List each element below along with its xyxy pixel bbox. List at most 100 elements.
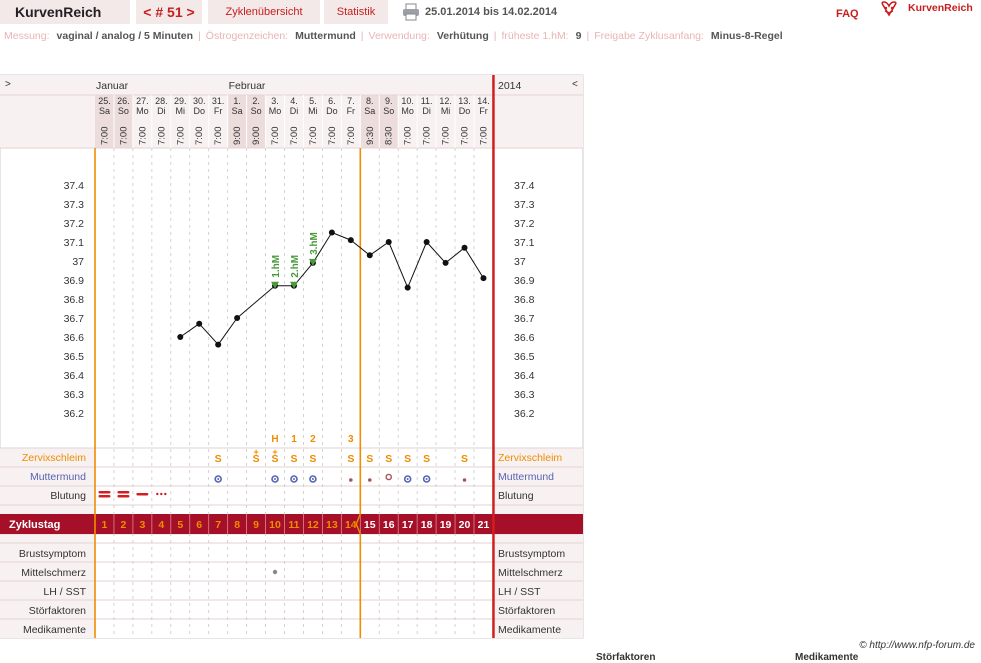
day-time: 7:00 — [478, 127, 489, 146]
day-date: 5. — [309, 96, 317, 106]
day-date: 29. — [174, 96, 187, 106]
day-weekday: Mi — [441, 106, 451, 116]
day-weekday: Fr — [214, 106, 223, 116]
day-time: 7:00 — [270, 127, 281, 146]
y-tick-label-right: 36.3 — [514, 389, 535, 401]
day-date: 4. — [290, 96, 298, 106]
day-weekday: Di — [290, 106, 299, 116]
y-tick-label-right: 36.4 — [514, 370, 535, 382]
day-date: 30. — [193, 96, 206, 106]
day-time: 7:00 — [156, 127, 167, 146]
day-weekday: So — [118, 106, 129, 116]
zervix-value: S — [290, 453, 297, 465]
y-tick-label-left: 37.2 — [64, 218, 85, 230]
day-weekday: So — [251, 106, 262, 116]
cycle-day-number: 10 — [269, 519, 281, 531]
zervix-value: S — [309, 453, 316, 465]
day-time: 7:00 — [346, 127, 357, 146]
cycle-day-number: 2 — [121, 519, 127, 531]
y-tick-label-left: 36.4 — [64, 370, 85, 382]
bleeding-light-dot — [164, 492, 167, 496]
muttermund-open-icon — [274, 478, 277, 480]
cycle-chart: > <2014Januar Februar25.Sa7:0026.So7:0027.… — [0, 74, 584, 639]
day-weekday: Mo — [401, 106, 414, 116]
day-date: 31. — [212, 96, 225, 106]
y-tick-label-left: 36.3 — [64, 389, 85, 401]
y-tick-label-left: 37 — [72, 256, 84, 268]
muttermund-closed-icon — [367, 478, 372, 482]
cycle-day-label: Zyklustag — [9, 519, 60, 531]
evaluation-mark: 2 — [310, 434, 316, 445]
day-weekday: So — [383, 106, 394, 116]
symptom-rows-area — [95, 534, 493, 638]
temperature-point — [423, 239, 430, 245]
day-date: 12. — [439, 96, 452, 106]
day-weekday: Fr — [479, 106, 488, 116]
row-label-blutung: Blutung — [50, 490, 86, 502]
day-date: 7. — [347, 96, 355, 106]
day-weekday: Fr — [347, 106, 356, 116]
temperature-point — [366, 252, 373, 259]
y-tick-label-right: 37 — [514, 256, 526, 268]
day-date: 27. — [136, 96, 149, 106]
day-date: 9. — [385, 96, 393, 106]
day-weekday: Mo — [136, 106, 149, 116]
higher-measurement-label: 3.hM — [309, 232, 320, 255]
row-label-medi: Medikamente — [23, 624, 86, 636]
day-time: 7:00 — [422, 127, 433, 146]
bleeding-light-dot — [160, 492, 163, 496]
row-label-blutung-right: Blutung — [498, 490, 534, 502]
y-tick-label-right: 36.6 — [514, 332, 535, 344]
muttermund-closed-icon — [462, 478, 467, 482]
day-weekday: Di — [157, 106, 166, 116]
y-tick-label-right: 37.2 — [514, 218, 535, 230]
day-time: 9:30 — [365, 127, 376, 146]
cycle-day-number: 8 — [234, 519, 240, 531]
day-date: 26. — [117, 96, 130, 106]
y-tick-label-left: 37.4 — [64, 180, 85, 192]
zervix-value: S — [215, 453, 222, 465]
cycle-day-number: 13 — [326, 519, 338, 531]
cycle-day-number: 11 — [288, 519, 299, 531]
cycle-day-number: 14 — [345, 519, 357, 531]
bleeding-heavy-mark — [117, 491, 130, 494]
day-time: 7:00 — [137, 127, 148, 146]
temperature-point — [461, 244, 468, 251]
day-weekday: Mi — [308, 106, 318, 116]
row-label-lh: LH / SST — [43, 586, 86, 598]
cycle-day-number: 7 — [215, 519, 221, 531]
temperature-point — [196, 320, 203, 327]
day-date: 10. — [401, 96, 414, 106]
day-time: 7:00 — [213, 127, 224, 146]
muttermund-open-icon — [311, 478, 314, 480]
day-date: 6. — [328, 96, 336, 106]
day-weekday: Do — [326, 106, 338, 116]
cycle-day-number: 16 — [383, 519, 395, 531]
day-weekday: Sa — [364, 106, 375, 116]
temperature-point — [404, 284, 411, 291]
day-date: 3. — [271, 96, 279, 106]
y-tick-label-right: 37.1 — [514, 237, 535, 249]
row-label-brust: Brustsymptom — [19, 548, 86, 560]
temperature-point — [442, 259, 449, 266]
day-date: 1. — [233, 96, 241, 106]
zervix-plus: + — [253, 447, 258, 457]
y-tick-label-right: 37.4 — [514, 180, 535, 192]
y-tick-label-left: 37.1 — [64, 237, 85, 249]
evaluation-mark: 3 — [348, 434, 354, 445]
row-label-brust-right: Brustsymptom — [498, 548, 565, 560]
day-date: 13. — [458, 96, 471, 106]
row-label-lh-right: LH / SST — [498, 586, 541, 598]
y-tick-label-right: 37.3 — [514, 199, 535, 211]
day-time: 9:00 — [251, 127, 262, 146]
cycle-day-number: 18 — [421, 519, 433, 531]
muttermund-open-icon — [217, 478, 220, 480]
day-weekday: Di — [422, 106, 431, 116]
cycle-day-number: 12 — [307, 519, 319, 531]
zervix-value: S — [385, 453, 392, 465]
day-weekday: Sa — [99, 106, 110, 116]
day-date: 8. — [366, 96, 374, 106]
zervix-value: S — [461, 453, 468, 465]
cycle-day-number: 15 — [364, 519, 376, 531]
day-time: 7:00 — [441, 127, 452, 146]
